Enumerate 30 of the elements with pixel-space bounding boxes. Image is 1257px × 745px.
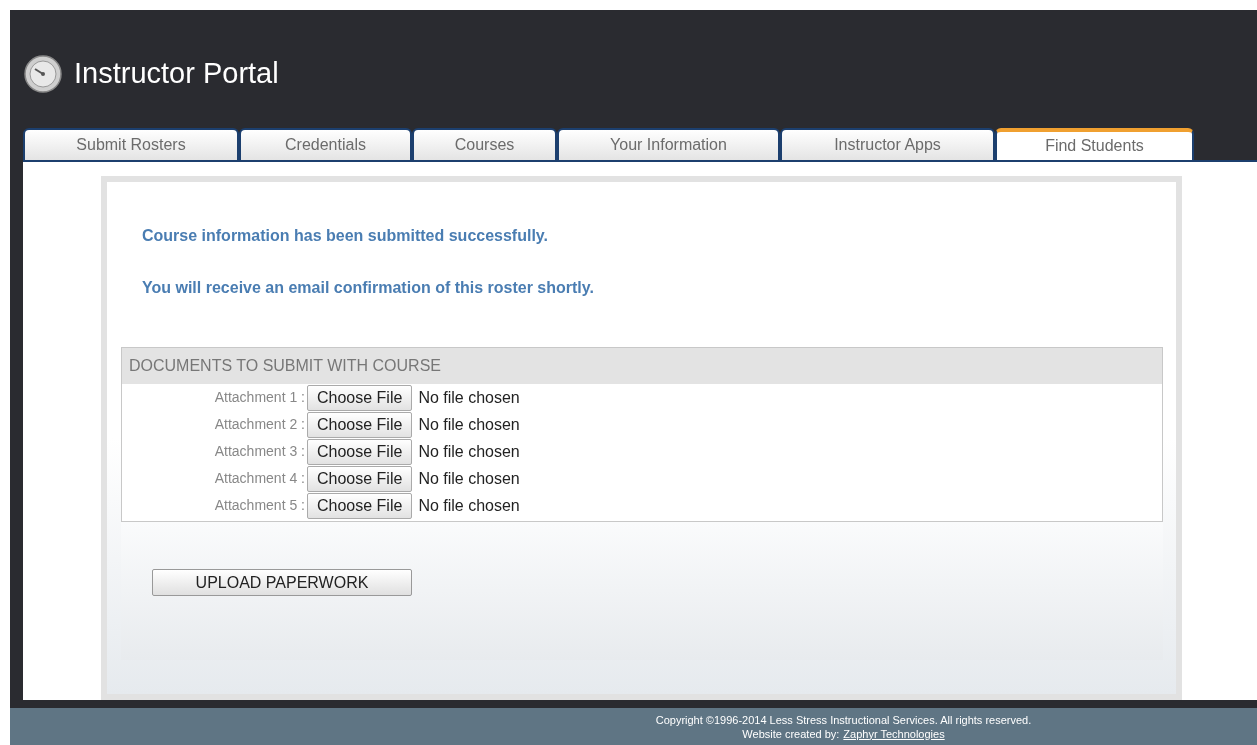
choose-file-button[interactable]: Choose File: [307, 384, 413, 411]
attachment-label: Attachment 4 :: [213, 469, 305, 488]
upload-button[interactable]: UPLOAD PAPERWORK: [152, 569, 412, 596]
attachment-label: Attachment 3 :: [213, 442, 305, 461]
copyright-text: Copyright ©1996-2014 Less Stress Instructional Services. All rights reserved.: [655, 712, 1032, 727]
nav-tab[interactable]: Submit Rosters: [23, 128, 239, 160]
nav-tab[interactable]: Your Information: [557, 128, 780, 160]
attachment-label: Attachment 5 :: [213, 496, 305, 515]
portal-title: Instructor Portal: [74, 56, 279, 92]
gauge-icon: [24, 55, 62, 93]
success-message: You will receive an email confirmation of this roster shortly.: [142, 278, 595, 298]
nav-tab[interactable]: Courses: [412, 128, 557, 160]
success-message: Course information has been submitted successfully.: [142, 226, 549, 246]
nav-tab[interactable]: Find Students: [995, 128, 1194, 160]
file-status: No file chosen: [418, 468, 520, 489]
choose-file-button[interactable]: Choose File: [307, 438, 413, 465]
choose-file-button[interactable]: Choose File: [307, 411, 413, 438]
choose-file-button[interactable]: Choose File: [307, 492, 413, 519]
panel-heading: DOCUMENTS TO SUBMIT WITH COURSE: [129, 356, 441, 376]
file-status: No file chosen: [418, 495, 520, 516]
credit-link[interactable]: Zaphyr Technologies: [843, 726, 945, 741]
attachment-label: Attachment 2 :: [213, 415, 305, 434]
file-status: No file chosen: [418, 441, 520, 462]
credit-text: Website created by:: [742, 726, 840, 741]
attachment-label: Attachment 1 :: [213, 388, 305, 407]
choose-file-button[interactable]: Choose File: [307, 465, 413, 492]
nav-tab[interactable]: Credentials: [239, 128, 412, 160]
file-status: No file chosen: [418, 387, 520, 408]
file-status: No file chosen: [418, 414, 520, 435]
nav-tab[interactable]: Instructor Apps: [780, 128, 995, 160]
